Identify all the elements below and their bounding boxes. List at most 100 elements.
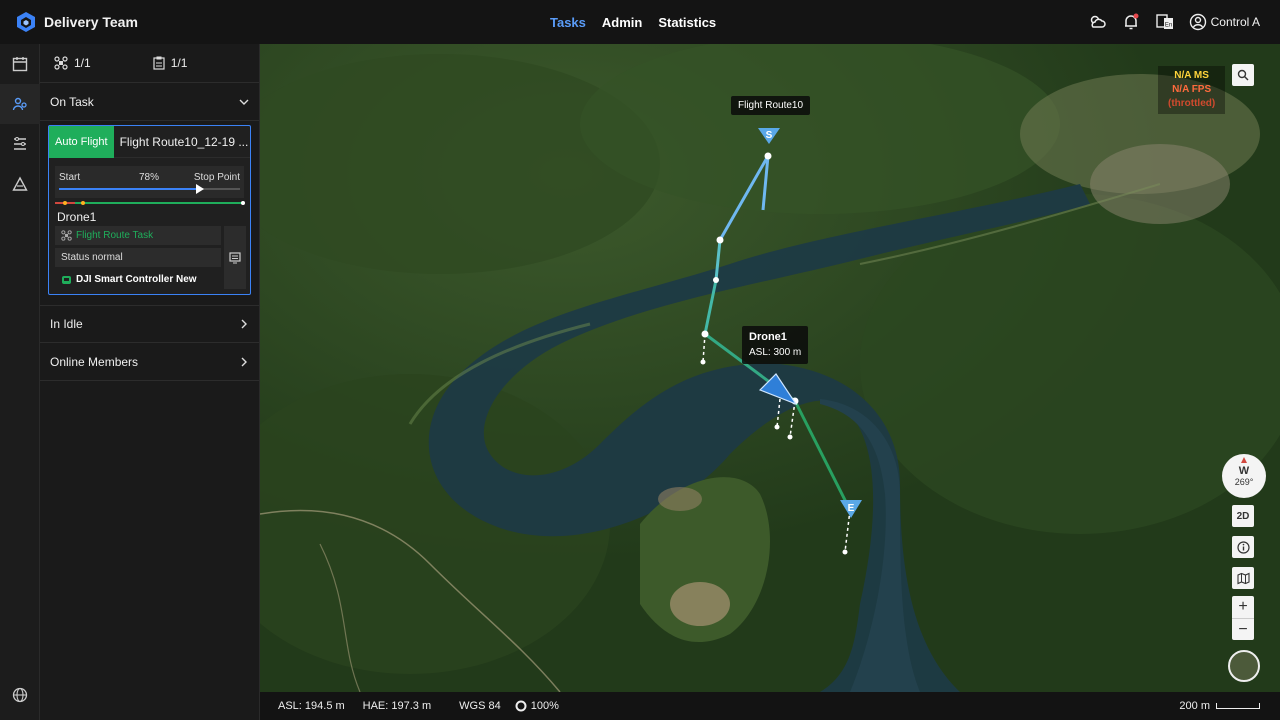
task-type-row: Flight Route Task <box>55 226 221 245</box>
drone-label[interactable]: Drone1 ASL: 300 m <box>742 326 809 364</box>
section-in-idle[interactable]: In Idle <box>40 305 259 343</box>
view-mode-button[interactable]: 2D <box>1232 505 1254 527</box>
drone-label-asl: ASL: 300 m <box>749 347 802 358</box>
drone-status: Status normal <box>61 252 123 263</box>
bell-icon[interactable] <box>1121 12 1141 32</box>
signal-ring-icon <box>515 700 527 712</box>
rail-calendar[interactable] <box>0 44 40 84</box>
map-scale-bar <box>1216 703 1260 709</box>
section-online-members-label: Online Members <box>50 354 139 369</box>
drone-name: Drone1 <box>57 210 97 224</box>
route-line-segment <box>703 279 718 335</box>
team-icon <box>12 97 27 111</box>
weather-icon[interactable] <box>1087 12 1107 32</box>
progress-arrow-icon <box>196 184 205 194</box>
drone-icon <box>54 56 68 70</box>
user-menu[interactable]: Control A <box>1189 13 1260 31</box>
brand[interactable]: Delivery Team <box>16 11 138 33</box>
progress-start-label: Start <box>59 172 81 183</box>
route-line-segment <box>718 155 770 241</box>
header-actions: En Control A <box>1087 0 1260 44</box>
cursor-hae: HAE: 197.3 m <box>362 700 432 712</box>
section-online-members[interactable]: Online Members <box>40 343 259 381</box>
altitude-drop-line <box>702 333 706 363</box>
waypoint-dot <box>81 201 85 205</box>
language-icon[interactable]: En <box>1155 12 1175 32</box>
zoom-in-button[interactable]: + <box>1232 596 1254 618</box>
map-scale-label: 200 m <box>1179 700 1210 712</box>
route-segment-bar <box>55 201 245 205</box>
chevron-right-icon <box>241 357 247 366</box>
section-on-task[interactable]: On Task <box>40 83 259 121</box>
waypoint-dot <box>63 201 67 205</box>
waypoint-ground-dot <box>700 359 706 365</box>
globe-icon <box>12 687 28 703</box>
list-detail-icon <box>229 251 241 264</box>
nav-tasks[interactable]: Tasks <box>550 15 586 30</box>
waypoint-marker[interactable] <box>701 330 709 338</box>
waypoint-marker[interactable] <box>716 236 724 244</box>
waypoint-marker[interactable] <box>713 277 719 283</box>
map-search-button[interactable] <box>1232 64 1254 86</box>
compass[interactable]: W 269° <box>1222 454 1266 498</box>
map-scale: 200 m <box>1179 700 1260 712</box>
flight-mode-badge: Auto Flight <box>49 125 114 158</box>
cursor-asl: ASL: 194.5 m <box>278 700 345 712</box>
map-status-bar: ASL: 194.5 m HAE: 197.3 m WGS 84 100% 20… <box>260 692 1280 720</box>
basemap-toggle-button[interactable] <box>1228 650 1260 682</box>
waypoint-marker[interactable] <box>764 152 772 160</box>
clipboard-icon <box>153 56 165 70</box>
route-line-segment <box>714 239 722 281</box>
controller-icon <box>62 276 71 284</box>
device-count-value: 1/1 <box>74 56 91 70</box>
progress-fill <box>59 188 201 190</box>
performance-overlay: N/A MS N/A FPS (throttled) <box>1158 66 1226 114</box>
chevron-down-icon <box>239 99 249 105</box>
route-label[interactable]: Flight Route10 <box>731 96 811 115</box>
task-panel: 1/1 1/1 On Task Auto Flight Flight Route… <box>40 44 260 720</box>
compass-direction: W <box>1238 464 1250 477</box>
count-row: 1/1 1/1 <box>40 44 259 83</box>
signal-strength: 100% <box>515 700 559 712</box>
user-avatar-icon <box>1189 13 1206 31</box>
signal-strength-value: 100% <box>530 700 559 712</box>
zoom-out-button[interactable]: − <box>1232 618 1254 640</box>
view-mode-label: 2D <box>1236 510 1250 522</box>
team-name: Delivery Team <box>44 14 138 30</box>
rail-globe[interactable] <box>0 680 40 710</box>
altitude-drop-line <box>844 509 851 553</box>
task-count[interactable]: 1/1 <box>153 56 187 70</box>
zoom-control: + − <box>1232 596 1254 640</box>
progress-percent: 78% <box>139 172 160 183</box>
device-count[interactable]: 1/1 <box>54 56 91 70</box>
map-view[interactable]: S E Flight Route10 Drone1 ASL: 300 m N/A… <box>260 44 1280 692</box>
flight-route-overlay: S E <box>700 128 862 555</box>
task-card-header: Auto Flight Flight Route10_12-19 ... <box>49 125 250 158</box>
nav-statistics[interactable]: Statistics <box>658 15 716 30</box>
drone-icon <box>61 230 72 241</box>
section-on-task-label: On Task <box>50 94 94 109</box>
chevron-right-icon <box>241 319 247 329</box>
coordinate-datum: WGS 84 <box>459 700 501 712</box>
rail-annotations[interactable] <box>0 164 40 204</box>
drone-label-name: Drone1 <box>749 331 787 343</box>
section-in-idle-label: In Idle <box>50 317 83 331</box>
user-name: Control A <box>1210 15 1260 29</box>
perf-throttled: (throttled) <box>1168 98 1216 109</box>
map-layers-icon <box>1236 572 1250 584</box>
controller-row: DJI Smart Controller New <box>55 270 221 289</box>
task-detail-button[interactable] <box>224 226 246 289</box>
map-layer-button[interactable] <box>1232 567 1254 589</box>
perf-ms: N/A MS <box>1174 70 1209 81</box>
nav-admin[interactable]: Admin <box>602 15 642 30</box>
perf-fps: N/A FPS <box>1172 84 1212 95</box>
route-progress: Start 78% Stop Point <box>55 166 244 198</box>
calendar-icon <box>12 57 28 72</box>
progress-stop-label: Stop Point <box>193 172 240 183</box>
rail-routes[interactable] <box>0 124 40 164</box>
compass-heading: 269° <box>1234 476 1254 487</box>
map-info-button[interactable] <box>1232 536 1254 558</box>
task-card[interactable]: Auto Flight Flight Route10_12-19 ... Sta… <box>48 125 251 295</box>
rail-team[interactable] <box>0 84 40 124</box>
left-rail <box>0 44 40 720</box>
